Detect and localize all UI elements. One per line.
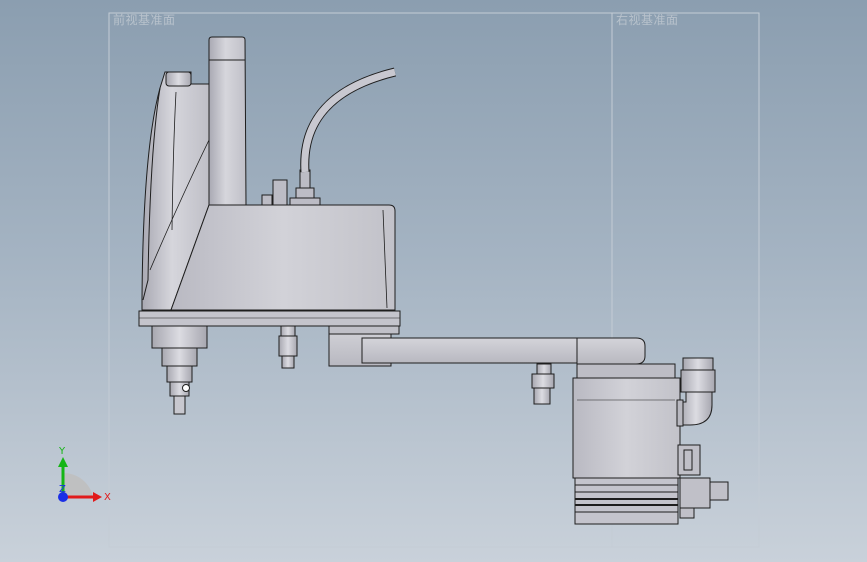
axis-y-label: Y: [58, 446, 66, 457]
top-connectors: [261, 169, 321, 206]
side-valves: [677, 444, 729, 519]
elbow-pipe: [676, 357, 716, 427]
model-scene: Y X Z: [58, 12, 760, 548]
axis-triad[interactable]: [58, 457, 102, 502]
axis-x-label: X: [104, 492, 111, 503]
axis-z-label: Z: [59, 484, 66, 495]
base-spindle: [151, 325, 208, 415]
end-effector-block[interactable]: [572, 363, 681, 525]
graphics-viewport[interactable]: 前视基准面 右视基准面 Y X Z: [0, 0, 867, 562]
air-fitting: [278, 325, 298, 369]
robot-arm[interactable]: [328, 325, 646, 367]
arm-fitting: [531, 363, 555, 405]
cable-hose: [300, 67, 397, 173]
